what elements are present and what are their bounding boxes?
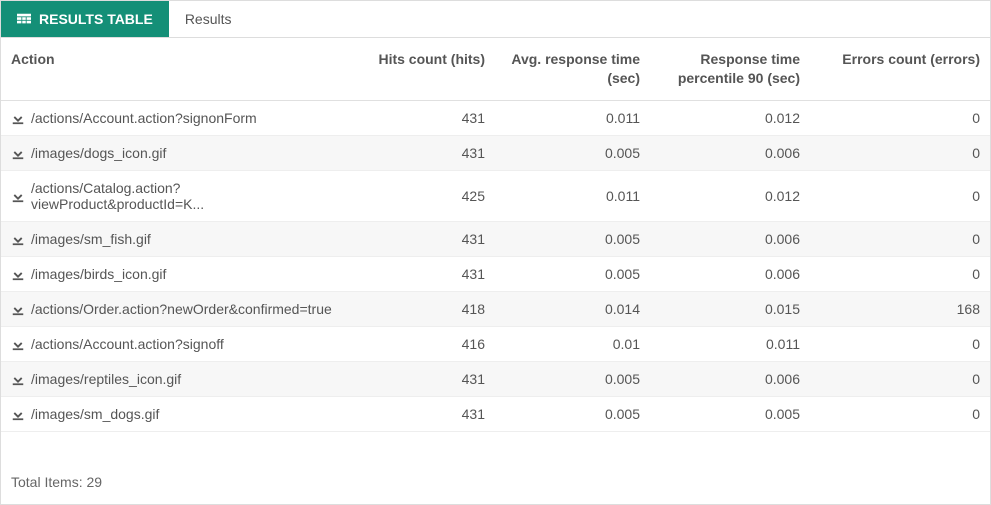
action-text: /actions/Account.action?signonForm (31, 110, 257, 126)
cell-p90: 0.012 (650, 100, 810, 135)
table-row[interactable]: /images/sm_fish.gif 4310.0050.0060 (1, 221, 990, 256)
cell-p90: 0.006 (650, 135, 810, 170)
cell-avg: 0.005 (495, 221, 650, 256)
col-hits[interactable]: Hits count (hits) (355, 38, 495, 100)
cell-errors: 0 (810, 326, 990, 361)
cell-errors: 0 (810, 170, 990, 221)
action-text: /actions/Account.action?signoff (31, 336, 224, 352)
cell-p90: 0.006 (650, 221, 810, 256)
action-text: /images/sm_dogs.gif (31, 406, 159, 422)
cell-hits: 431 (355, 135, 495, 170)
cell-p90: 0.012 (650, 170, 810, 221)
results-panel: RESULTS TABLE Results Action Hits count … (0, 0, 991, 505)
cell-action: /actions/Catalog.action?viewProduct&prod… (1, 170, 355, 221)
table-scroll[interactable]: Action Hits count (hits) Avg. response t… (1, 38, 990, 467)
cell-action: /images/sm_fish.gif (1, 221, 355, 256)
cell-hits: 431 (355, 396, 495, 431)
total-items-value: 29 (86, 474, 102, 490)
action-text: /images/birds_icon.gif (31, 266, 166, 282)
header-row: Action Hits count (hits) Avg. response t… (1, 38, 990, 100)
download-icon[interactable] (11, 146, 25, 160)
cell-errors: 0 (810, 135, 990, 170)
col-errors[interactable]: Errors count (errors) (810, 38, 990, 100)
table-row[interactable]: /images/reptiles_icon.gif 4310.0050.0060 (1, 361, 990, 396)
cell-action: /actions/Order.action?newOrder&confirmed… (1, 291, 355, 326)
cell-hits: 425 (355, 170, 495, 221)
tab-label: RESULTS TABLE (39, 11, 153, 27)
download-icon[interactable] (11, 302, 25, 316)
col-action[interactable]: Action (1, 38, 355, 100)
cell-avg: 0.01 (495, 326, 650, 361)
action-text: /actions/Catalog.action?viewProduct&prod… (31, 180, 345, 212)
table-footer: Total Items: 29 (1, 466, 990, 504)
table-icon (17, 12, 31, 26)
results-table: Action Hits count (hits) Avg. response t… (1, 38, 990, 432)
action-text: /images/sm_fish.gif (31, 231, 151, 247)
table-container: Action Hits count (hits) Avg. response t… (1, 38, 990, 467)
cell-errors: 0 (810, 100, 990, 135)
col-p90[interactable]: Response time percentile 90 (sec) (650, 38, 810, 100)
cell-p90: 0.005 (650, 396, 810, 431)
cell-errors: 0 (810, 361, 990, 396)
cell-action: /images/sm_dogs.gif (1, 396, 355, 431)
tabs-bar: RESULTS TABLE Results (1, 1, 990, 38)
cell-hits: 431 (355, 256, 495, 291)
action-text: /images/dogs_icon.gif (31, 145, 166, 161)
tab-results-table[interactable]: RESULTS TABLE (1, 1, 169, 37)
cell-hits: 431 (355, 100, 495, 135)
action-text: /images/reptiles_icon.gif (31, 371, 181, 387)
action-text: /actions/Order.action?newOrder&confirmed… (31, 301, 332, 317)
cell-avg: 0.005 (495, 256, 650, 291)
tab-label: Results (185, 11, 232, 27)
cell-errors: 0 (810, 396, 990, 431)
cell-avg: 0.014 (495, 291, 650, 326)
cell-avg: 0.005 (495, 396, 650, 431)
cell-p90: 0.006 (650, 361, 810, 396)
cell-hits: 416 (355, 326, 495, 361)
cell-errors: 168 (810, 291, 990, 326)
cell-errors: 0 (810, 256, 990, 291)
cell-avg: 0.005 (495, 135, 650, 170)
cell-avg: 0.005 (495, 361, 650, 396)
cell-p90: 0.006 (650, 256, 810, 291)
download-icon[interactable] (11, 337, 25, 351)
download-icon[interactable] (11, 407, 25, 421)
download-icon[interactable] (11, 232, 25, 246)
table-row[interactable]: /actions/Catalog.action?viewProduct&prod… (1, 170, 990, 221)
cell-action: /images/dogs_icon.gif (1, 135, 355, 170)
cell-hits: 431 (355, 221, 495, 256)
col-avg[interactable]: Avg. response time (sec) (495, 38, 650, 100)
tab-results[interactable]: Results (169, 1, 248, 37)
cell-p90: 0.015 (650, 291, 810, 326)
cell-avg: 0.011 (495, 100, 650, 135)
table-row[interactable]: /images/birds_icon.gif 4310.0050.0060 (1, 256, 990, 291)
download-icon[interactable] (11, 267, 25, 281)
download-icon[interactable] (11, 189, 25, 203)
table-row[interactable]: /actions/Account.action?signonForm4310.0… (1, 100, 990, 135)
cell-hits: 431 (355, 361, 495, 396)
table-row[interactable]: /images/dogs_icon.gif 4310.0050.0060 (1, 135, 990, 170)
cell-action: /actions/Account.action?signonForm (1, 100, 355, 135)
cell-action: /actions/Account.action?signoff (1, 326, 355, 361)
cell-action: /images/reptiles_icon.gif (1, 361, 355, 396)
cell-avg: 0.011 (495, 170, 650, 221)
table-row[interactable]: /actions/Order.action?newOrder&confirmed… (1, 291, 990, 326)
cell-errors: 0 (810, 221, 990, 256)
download-icon[interactable] (11, 111, 25, 125)
cell-action: /images/birds_icon.gif (1, 256, 355, 291)
table-row[interactable]: /images/sm_dogs.gif4310.0050.0050 (1, 396, 990, 431)
table-row[interactable]: /actions/Account.action?signoff 4160.010.… (1, 326, 990, 361)
cell-p90: 0.011 (650, 326, 810, 361)
total-items-label: Total Items: (11, 474, 83, 490)
cell-hits: 418 (355, 291, 495, 326)
download-icon[interactable] (11, 372, 25, 386)
